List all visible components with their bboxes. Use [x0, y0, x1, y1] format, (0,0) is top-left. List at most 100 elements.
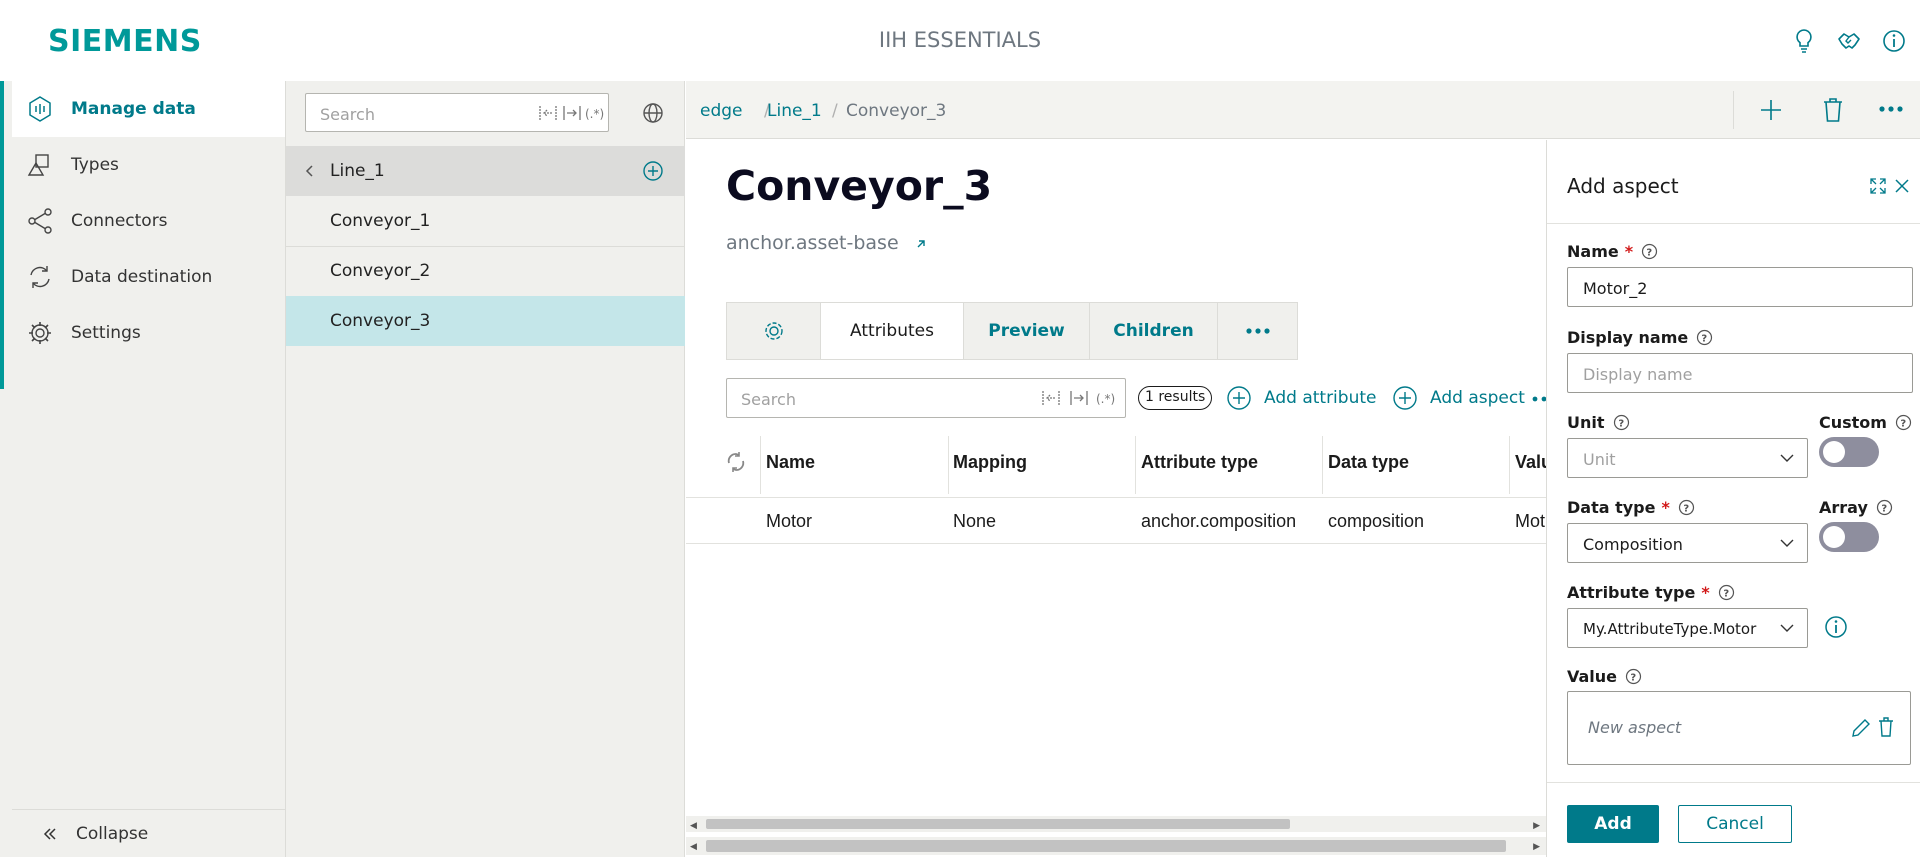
unit-label: Unit ? — [1567, 413, 1630, 432]
help-icon[interactable]: ? — [1625, 668, 1642, 685]
unit-select[interactable]: Unit — [1567, 438, 1808, 478]
scroll-left-icon[interactable]: ◀ — [690, 841, 697, 852]
nav-item-settings[interactable]: Settings — [12, 305, 285, 361]
array-toggle[interactable] — [1819, 522, 1879, 552]
add-circle-icon — [1226, 385, 1264, 411]
help-icon[interactable]: ? — [1641, 243, 1658, 260]
scrollbar-thumb[interactable] — [706, 819, 1290, 829]
app-title: IIH ESSENTIALS — [878, 28, 1042, 52]
custom-label: Custom ? — [1819, 413, 1912, 432]
tab-children[interactable]: Children — [1090, 303, 1218, 359]
toggle-knob — [1823, 441, 1845, 463]
nav-item-manage-data[interactable]: Manage data — [12, 81, 285, 137]
help-icon[interactable]: ? — [1895, 414, 1912, 431]
nav-item-connectors[interactable]: Connectors — [12, 193, 285, 249]
array-label-text: Array — [1819, 498, 1868, 517]
nav-item-data-destination[interactable]: Data destination — [12, 249, 285, 305]
tab-attributes[interactable]: Attributes — [821, 303, 964, 359]
more-options-icon[interactable] — [1532, 396, 1546, 402]
scroll-right-icon[interactable]: ▶ — [1533, 841, 1540, 852]
tree-parent-row[interactable]: Line_1 — [286, 146, 685, 196]
attribute-search-input[interactable]: Search (.*) — [726, 378, 1126, 418]
nav-item-label: Settings — [71, 323, 141, 343]
add-aspect-button[interactable]: Add aspect — [1392, 384, 1525, 412]
edit-pencil-icon[interactable] — [1850, 717, 1872, 739]
custom-toggle[interactable] — [1819, 437, 1879, 467]
tab-preview[interactable]: Preview — [964, 303, 1090, 359]
trash-icon[interactable] — [1876, 716, 1896, 738]
help-icon[interactable]: ? — [1613, 414, 1630, 431]
toggle-knob — [1823, 526, 1845, 548]
tree-item-label: Conveyor_2 — [330, 261, 431, 281]
scroll-right-icon[interactable]: ▶ — [1533, 820, 1540, 831]
horizontal-scrollbar[interactable]: ◀ ▶ — [686, 816, 1546, 832]
nav-item-types[interactable]: Types — [12, 137, 285, 193]
handshake-icon[interactable] — [1834, 26, 1864, 56]
asset-type-link[interactable]: anchor.asset-base — [726, 232, 927, 254]
column-header-data-type[interactable]: Data type — [1328, 452, 1409, 473]
nav-item-label: Connectors — [71, 211, 168, 231]
breadcrumb-item-edge[interactable]: edge — [700, 101, 743, 121]
breadcrumb: edge / Line_1 / Conveyor_3 — [686, 81, 1920, 139]
cell-name: Motor — [766, 511, 813, 531]
globe-icon[interactable] — [641, 101, 665, 125]
display-name-label: Display name ? — [1567, 328, 1713, 347]
help-icon[interactable]: ? — [1876, 499, 1893, 516]
attribute-search-placeholder: Search — [741, 390, 796, 409]
settings-gear-icon — [26, 319, 54, 347]
data-type-select[interactable]: Composition — [1567, 523, 1808, 563]
scrollbar-thumb[interactable] — [706, 840, 1506, 852]
search-options-icons[interactable]: (.*) — [1041, 388, 1121, 408]
column-header-mapping[interactable]: Mapping — [953, 452, 1027, 473]
asset-detail: Conveyor_3 anchor.asset-base Attributes … — [686, 140, 1552, 857]
breadcrumb-item-line-1[interactable]: Line_1 — [767, 101, 822, 121]
breadcrumb-item-current: Conveyor_3 — [846, 101, 947, 121]
scroll-left-icon[interactable]: ◀ — [690, 820, 697, 831]
value-placeholder: New aspect — [1588, 718, 1682, 737]
help-icon[interactable]: ? — [1718, 584, 1735, 601]
help-icon[interactable]: ? — [1696, 329, 1713, 346]
column-header-name[interactable]: Name — [766, 452, 815, 473]
cancel-button[interactable]: Cancel — [1678, 805, 1792, 843]
add-button[interactable]: Add — [1567, 805, 1659, 843]
collapse-button[interactable]: Collapse — [12, 809, 285, 857]
divider — [1733, 91, 1734, 129]
add-attribute-button[interactable]: Add attribute — [1226, 384, 1376, 412]
name-field[interactable]: Motor_2 — [1567, 267, 1913, 307]
search-options-icons[interactable]: (.*) — [538, 103, 604, 123]
tree-item-conveyor-2[interactable]: Conveyor_2 — [286, 246, 685, 296]
info-icon[interactable] — [1879, 26, 1909, 56]
cell-mapping: None — [953, 511, 997, 531]
add-icon[interactable] — [1758, 97, 1784, 123]
tab-more[interactable] — [1218, 303, 1297, 359]
name-field-value: Motor_2 — [1583, 279, 1648, 298]
expand-icon[interactable] — [1869, 177, 1887, 195]
value-field[interactable]: New aspect — [1567, 691, 1911, 765]
tree-item-conveyor-3[interactable]: Conveyor_3 — [286, 296, 685, 346]
display-name-field[interactable]: Display name — [1567, 353, 1913, 393]
tree-item-label: Conveyor_1 — [330, 211, 431, 231]
trash-icon[interactable] — [1820, 96, 1846, 124]
close-icon[interactable] — [1894, 178, 1910, 194]
unit-placeholder: Unit — [1583, 450, 1616, 469]
svg-text:?: ? — [1881, 504, 1887, 515]
tree-search-input[interactable]: Search (.*) — [305, 93, 609, 132]
add-circle-icon[interactable] — [642, 160, 664, 182]
tab-settings[interactable] — [727, 303, 821, 359]
unit-label-text: Unit — [1567, 413, 1605, 432]
horizontal-scrollbar[interactable]: ◀ ▶ — [686, 837, 1546, 855]
refresh-icon[interactable] — [724, 450, 748, 474]
asset-type-label: anchor.asset-base — [726, 232, 899, 254]
svg-text:(.*): (.*) — [1096, 392, 1115, 406]
chevron-left-icon[interactable] — [304, 164, 316, 178]
info-icon[interactable] — [1823, 614, 1849, 640]
lightbulb-icon[interactable] — [1789, 26, 1819, 56]
help-icon[interactable]: ? — [1678, 499, 1695, 516]
svg-text:(.*): (.*) — [585, 107, 604, 121]
column-header-attribute-type[interactable]: Attribute type — [1141, 452, 1258, 473]
more-options-icon[interactable] — [1878, 105, 1904, 113]
add-aspect-label: Add aspect — [1430, 388, 1525, 408]
tree-item-label: Conveyor_3 — [330, 311, 431, 331]
attribute-type-select[interactable]: My.AttributeType.Motor — [1567, 608, 1808, 648]
tree-item-conveyor-1[interactable]: Conveyor_1 — [286, 196, 685, 246]
